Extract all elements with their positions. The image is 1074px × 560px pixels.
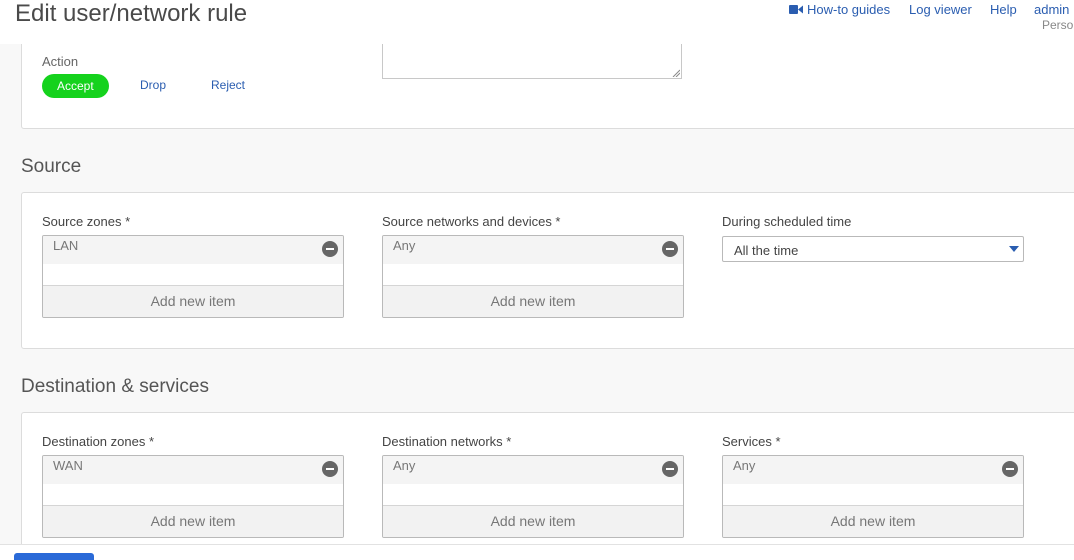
destination-section-title: Destination & services: [21, 376, 209, 397]
resize-handle-icon[interactable]: [672, 69, 680, 77]
list-item: LAN: [43, 236, 343, 264]
schedule-select[interactable]: All the time: [722, 236, 1024, 262]
add-new-item-button[interactable]: Add new item: [383, 505, 683, 537]
source-zones-list: LAN Add new item: [42, 235, 344, 318]
list-item-label: LAN: [53, 238, 79, 253]
add-new-item-button[interactable]: Add new item: [43, 505, 343, 537]
save-button[interactable]: [14, 553, 94, 560]
list-item: Any: [383, 456, 683, 484]
add-new-item-button[interactable]: Add new item: [383, 285, 683, 317]
add-new-item-button[interactable]: Add new item: [723, 505, 1023, 537]
persona-text: Perso: [1042, 18, 1074, 32]
source-networks-list: Any Add new item: [382, 235, 684, 318]
source-zones-label: Source zones *: [42, 214, 131, 229]
destination-zones-label: Destination zones *: [42, 434, 155, 449]
source-section-title: Source: [21, 156, 82, 177]
services-label: Services *: [722, 434, 781, 449]
list-item-label: Any: [393, 458, 416, 473]
help-link[interactable]: Help: [990, 2, 1017, 17]
page-title: Edit user/network rule: [15, 0, 248, 27]
drop-option[interactable]: Drop: [140, 78, 166, 92]
list-item: WAN: [43, 456, 343, 484]
add-new-item-button[interactable]: Add new item: [43, 285, 343, 317]
list-item-label: Any: [733, 458, 756, 473]
accept-option[interactable]: Accept: [42, 74, 109, 98]
remove-circle-icon[interactable]: [662, 461, 678, 477]
caret-down-icon: [1009, 246, 1019, 252]
bottom-action-bar: [0, 544, 1074, 560]
list-item: Any: [723, 456, 1023, 484]
destination-networks-list: Any Add new item: [382, 455, 684, 538]
services-list: Any Add new item: [722, 455, 1024, 538]
list-item-label: WAN: [53, 458, 83, 473]
admin-menu-link[interactable]: admin: [1034, 2, 1069, 17]
destination-networks-label: Destination networks *: [382, 434, 512, 449]
remove-circle-icon[interactable]: [322, 241, 338, 257]
list-item: Any: [383, 236, 683, 264]
list-item-label: Any: [393, 238, 416, 253]
destination-zones-list: WAN Add new item: [42, 455, 344, 538]
video-camera-icon: [789, 5, 803, 14]
remove-circle-icon[interactable]: [1002, 461, 1018, 477]
schedule-label: During scheduled time: [722, 214, 852, 229]
remove-circle-icon[interactable]: [662, 241, 678, 257]
schedule-select-value: All the time: [734, 243, 799, 258]
reject-option[interactable]: Reject: [211, 78, 245, 92]
log-viewer-link[interactable]: Log viewer: [909, 2, 972, 17]
action-label: Action: [42, 54, 79, 69]
how-to-guides-link[interactable]: How-to guides: [807, 2, 890, 17]
source-networks-label: Source networks and devices *: [382, 214, 561, 229]
description-textarea[interactable]: [382, 44, 682, 79]
remove-circle-icon[interactable]: [322, 461, 338, 477]
